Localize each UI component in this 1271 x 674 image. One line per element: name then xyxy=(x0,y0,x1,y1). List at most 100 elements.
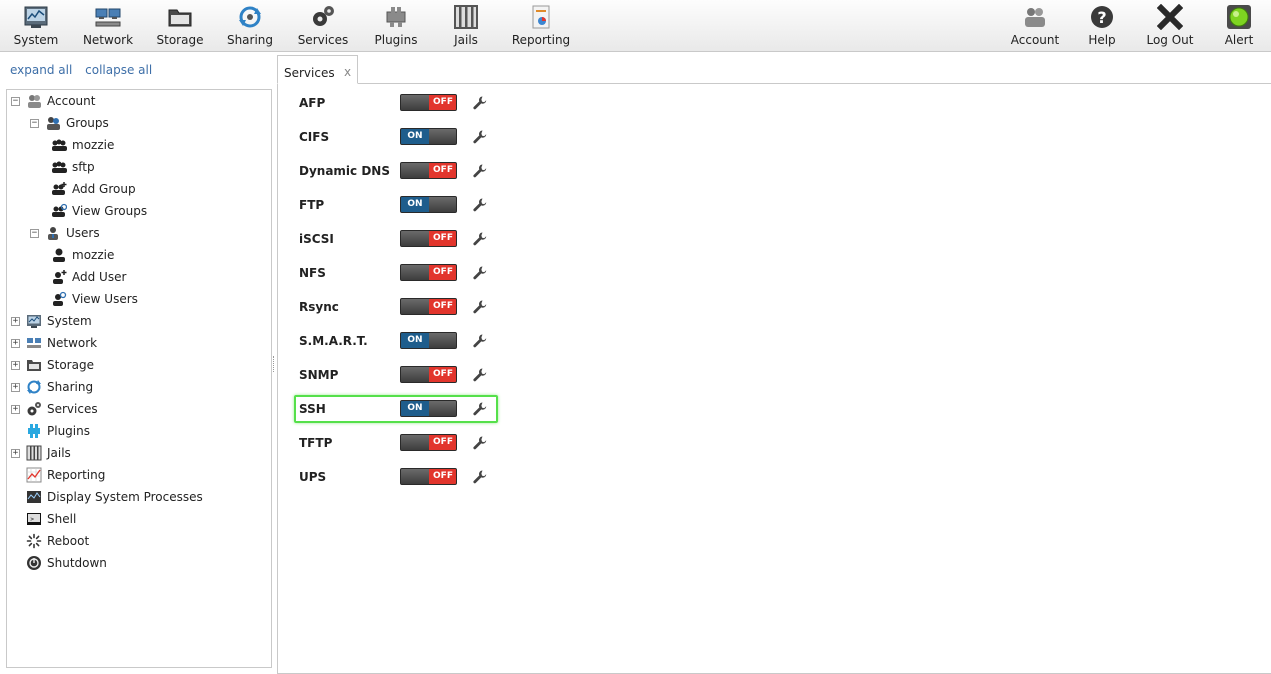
alert-light-icon xyxy=(1227,5,1251,29)
wrench-icon[interactable] xyxy=(472,469,488,485)
svg-text:>_: >_ xyxy=(30,516,38,523)
service-name: iSCSI xyxy=(299,232,334,246)
help-icon: ? xyxy=(1091,6,1113,28)
toolbar-system-button[interactable]: System xyxy=(8,4,64,50)
wrench-icon[interactable] xyxy=(472,435,488,451)
service-toggle[interactable]: ON xyxy=(400,196,457,213)
tree-node-sharing[interactable]: + Sharing xyxy=(7,377,267,397)
group-icon xyxy=(52,161,67,173)
wrench-icon[interactable] xyxy=(472,367,488,383)
toggle-state-label: OFF xyxy=(429,299,456,314)
toolbar-jails-button[interactable]: Jails xyxy=(440,4,492,50)
network-icon xyxy=(95,8,121,27)
service-toggle[interactable]: OFF xyxy=(400,162,457,179)
users-icon xyxy=(48,227,58,240)
tree-node-display-system-processes[interactable]: Display System Processes xyxy=(7,487,267,507)
tree-node-services[interactable]: + Services xyxy=(7,399,267,419)
tree-node-groups[interactable]: − Groups xyxy=(7,113,267,133)
tree-node-jails[interactable]: + Jails xyxy=(7,443,267,463)
tree-node-add-group[interactable]: Add Group xyxy=(7,179,267,199)
tree-node-label: mozzie xyxy=(72,248,115,262)
expand-toggle-icon[interactable]: + xyxy=(11,405,20,414)
service-toggle[interactable]: ON xyxy=(400,332,457,349)
tree-node-sftp[interactable]: sftp xyxy=(7,157,267,177)
service-toggle[interactable]: OFF xyxy=(400,94,457,111)
service-toggle[interactable]: OFF xyxy=(400,434,457,451)
service-toggle[interactable]: OFF xyxy=(400,468,457,485)
tree-node-add-user[interactable]: Add User xyxy=(7,267,267,287)
service-row-ftp: FTP ON xyxy=(299,194,499,216)
toolbar-account-button[interactable]: Account xyxy=(1006,4,1064,50)
wrench-icon[interactable] xyxy=(472,129,488,145)
service-name: UPS xyxy=(299,470,327,484)
tree-node-label: Plugins xyxy=(47,424,90,438)
toolbar-plugins-button[interactable]: Plugins xyxy=(368,4,424,50)
tree-node-mozzie[interactable]: mozzie xyxy=(7,135,267,155)
tree-node-label: sftp xyxy=(72,160,95,174)
tree-node-shutdown[interactable]: Shutdown xyxy=(7,553,267,573)
tab-strip: Services x xyxy=(277,55,1271,84)
service-toggle[interactable]: ON xyxy=(400,128,457,145)
jails-icon xyxy=(26,445,42,461)
toggle-knob xyxy=(401,265,429,280)
shell-icon: >_ xyxy=(27,513,41,525)
toolbar-sharing-button[interactable]: Sharing xyxy=(222,4,278,50)
tree-node-reboot[interactable]: Reboot xyxy=(7,531,267,551)
plugins-icon xyxy=(28,424,40,438)
expand-toggle-icon[interactable]: + xyxy=(11,383,20,392)
tree-node-label: Users xyxy=(66,226,100,240)
toolbar-logout-button[interactable]: Log Out xyxy=(1142,4,1198,50)
toolbar-help-button[interactable]: ? Help xyxy=(1080,4,1124,50)
tree-node-shell[interactable]: >_ Shell xyxy=(7,509,267,529)
tree-node-label: Services xyxy=(47,402,98,416)
toolbar-services-button[interactable]: Services xyxy=(294,4,352,50)
tab-close-icon[interactable]: x xyxy=(344,65,351,79)
tree-node-label: Shutdown xyxy=(47,556,107,570)
tab-services[interactable]: Services x xyxy=(277,55,358,84)
wrench-icon[interactable] xyxy=(472,299,488,315)
tree-node-mozzie[interactable]: mozzie xyxy=(7,245,267,265)
wrench-icon[interactable] xyxy=(472,231,488,247)
tree-node-reporting[interactable]: Reporting xyxy=(7,465,267,485)
tree-node-view-users[interactable]: View Users xyxy=(7,289,267,309)
collapse-toggle-icon[interactable]: − xyxy=(11,97,20,106)
toggle-state-label: OFF xyxy=(429,469,456,484)
expand-toggle-icon[interactable]: + xyxy=(11,449,20,458)
wrench-icon[interactable] xyxy=(472,163,488,179)
jails-icon xyxy=(454,5,478,29)
service-toggle[interactable]: OFF xyxy=(400,230,457,247)
wrench-icon[interactable] xyxy=(472,95,488,111)
service-name: AFP xyxy=(299,96,326,110)
toolbar-storage-button[interactable]: Storage xyxy=(152,4,208,50)
view-groups-icon xyxy=(52,203,67,217)
service-row-dynamic-dns: Dynamic DNS OFF xyxy=(299,160,499,182)
collapse-toggle-icon[interactable]: − xyxy=(30,119,39,128)
wrench-icon[interactable] xyxy=(472,333,488,349)
service-toggle[interactable]: OFF xyxy=(400,366,457,383)
toolbar-network-button[interactable]: Network xyxy=(80,4,136,50)
tree-node-account[interactable]: − Account xyxy=(7,91,267,111)
tree-node-network[interactable]: + Network xyxy=(7,333,267,353)
pane-splitter[interactable] xyxy=(273,356,275,372)
tree-node-storage[interactable]: + Storage xyxy=(7,355,267,375)
tree-node-system[interactable]: + System xyxy=(7,311,267,331)
expand-toggle-icon[interactable]: + xyxy=(11,317,20,326)
wrench-icon[interactable] xyxy=(472,265,488,281)
wrench-icon[interactable] xyxy=(472,197,488,213)
toolbar-reporting-button[interactable]: Reporting xyxy=(508,4,574,50)
tree-node-view-groups[interactable]: View Groups xyxy=(7,201,267,221)
collapse-toggle-icon[interactable]: − xyxy=(30,229,39,238)
tree-node-label: mozzie xyxy=(72,138,115,152)
expand-all-link[interactable]: expand all xyxy=(10,63,72,77)
collapse-all-link[interactable]: collapse all xyxy=(85,63,152,77)
tree-node-plugins[interactable]: Plugins xyxy=(7,421,267,441)
services-gears-icon xyxy=(27,402,41,416)
toolbar-alert-button[interactable]: Alert xyxy=(1218,4,1260,50)
expand-toggle-icon[interactable]: + xyxy=(11,339,20,348)
service-toggle[interactable]: OFF xyxy=(400,298,457,315)
navigation-tree: − Account − Groups mozzie sftp Add Group View G… xyxy=(6,89,272,668)
service-toggle[interactable]: OFF xyxy=(400,264,457,281)
expand-toggle-icon[interactable]: + xyxy=(11,361,20,370)
tree-node-users[interactable]: − Users xyxy=(7,223,267,243)
tree-node-label: Groups xyxy=(66,116,109,130)
